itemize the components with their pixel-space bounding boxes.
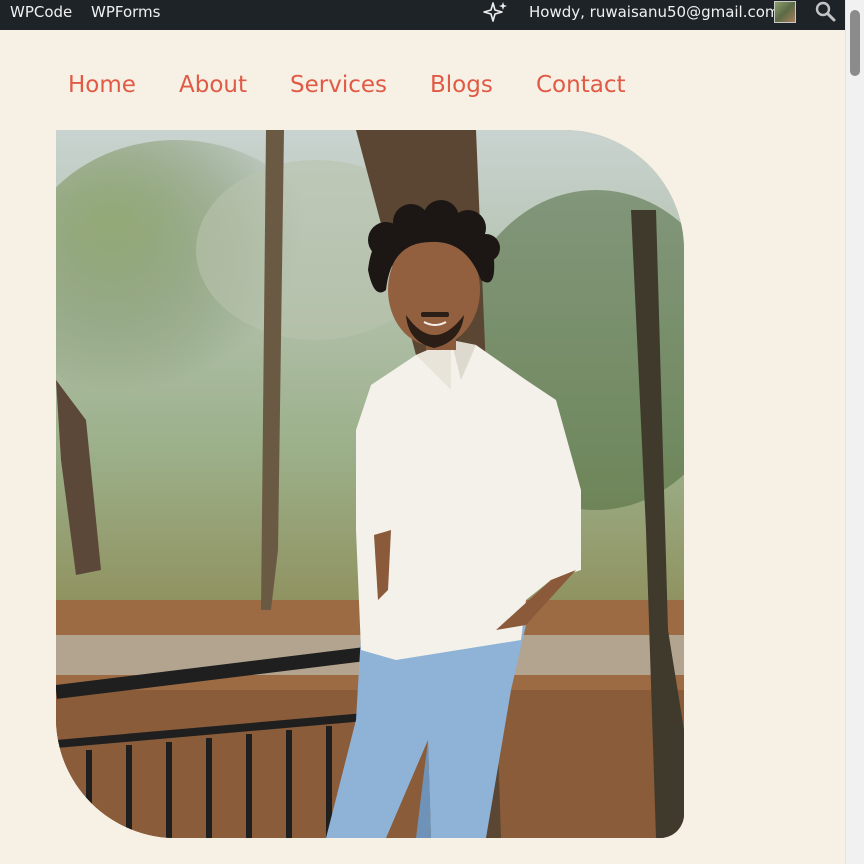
page-scrollbar[interactable]	[845, 0, 864, 864]
nav-blogs[interactable]: Blogs	[430, 72, 493, 98]
nav-contact[interactable]: Contact	[536, 72, 625, 98]
search-icon[interactable]	[814, 0, 838, 30]
account-greeting[interactable]: Howdy, ruwaisanu50@gmail.com	[529, 0, 780, 30]
scrollbar-thumb[interactable]	[850, 10, 860, 76]
wpforms-menu[interactable]: WPForms	[91, 0, 160, 30]
nav-services[interactable]: Services	[290, 72, 387, 98]
user-avatar[interactable]	[774, 1, 796, 23]
nav-about[interactable]: About	[179, 72, 247, 98]
wpcode-menu[interactable]: WPCode	[10, 0, 72, 30]
admin-bar: WPCode WPForms Howdy, ruwaisanu50@gmail.…	[0, 0, 845, 30]
hero-photo	[56, 130, 684, 838]
sparkle-icon[interactable]	[481, 0, 509, 30]
nav-home[interactable]: Home	[68, 72, 136, 98]
